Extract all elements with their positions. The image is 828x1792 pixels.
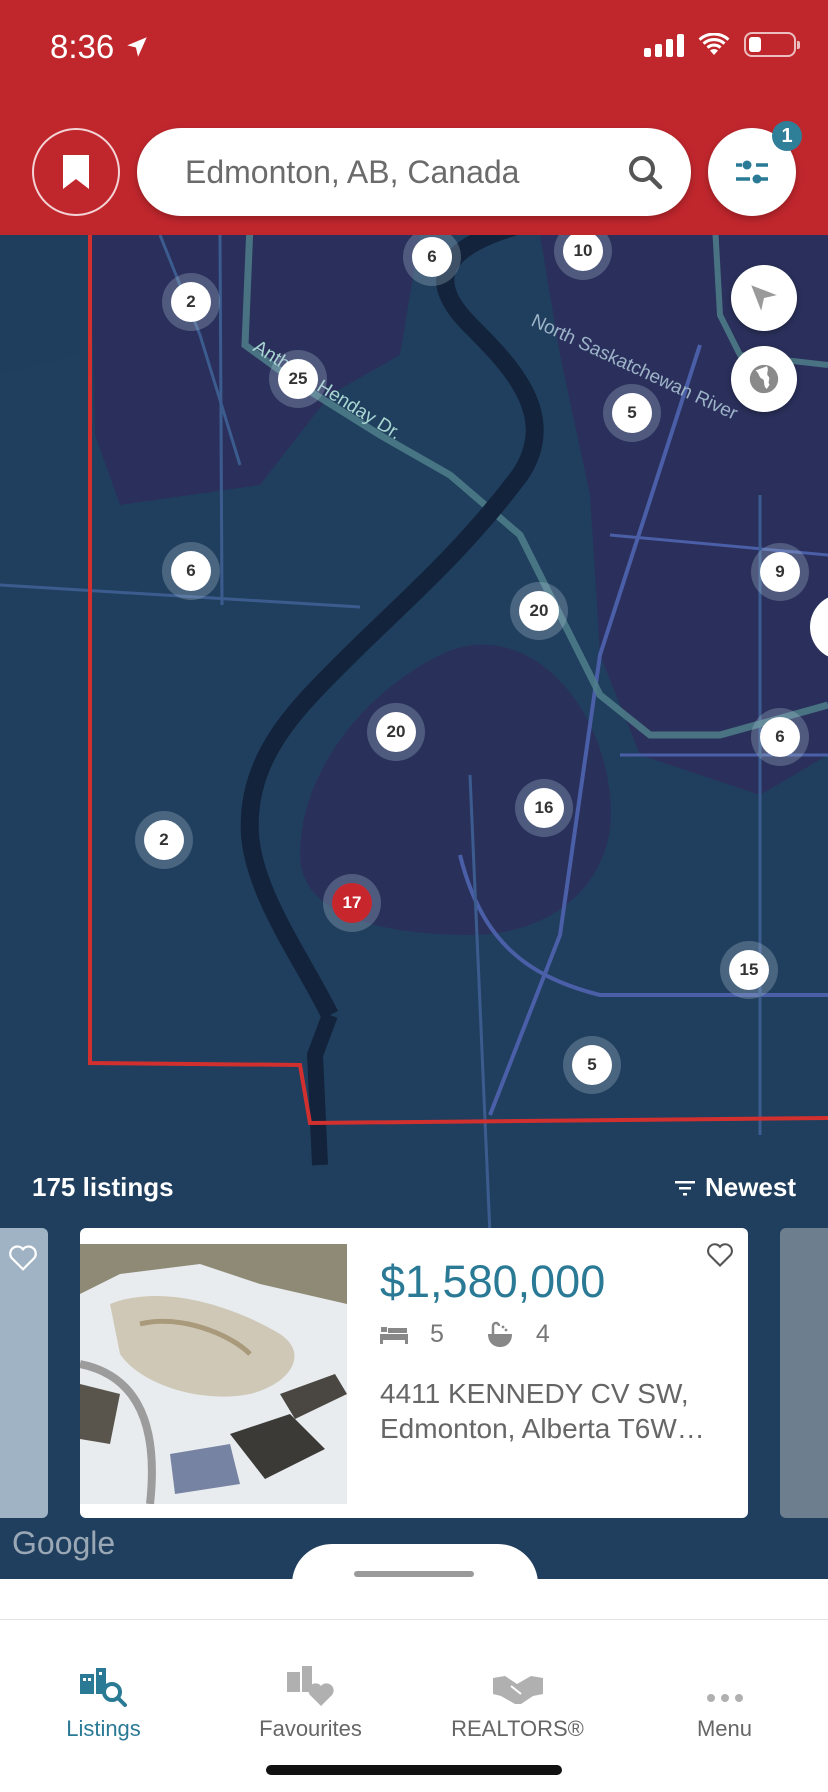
listing-card-next[interactable]	[780, 1228, 828, 1518]
filter-count-badge: 1	[772, 121, 802, 151]
navigation-arrow-icon	[751, 285, 777, 311]
map-cluster-marker[interactable]: 20	[510, 582, 568, 640]
tab-listings[interactable]: Listings	[0, 1620, 207, 1742]
map-cluster-marker[interactable]: 16	[515, 779, 573, 837]
map-cluster-marker[interactable]: 15	[720, 941, 778, 999]
map-cluster-marker[interactable]: 6	[162, 542, 220, 600]
map-cluster-marker-selected[interactable]: 17	[323, 874, 381, 932]
listing-address: 4411 KENNEDY CV SW, Edmonton, Alberta T6…	[380, 1378, 705, 1444]
listing-photo[interactable]	[80, 1244, 347, 1504]
listing-card[interactable]: $1,580,000 5 4 4411 KENNEDY CV SW, Edmon…	[80, 1228, 748, 1518]
bookmark-icon	[63, 155, 89, 189]
tab-favourites[interactable]: Favourites	[207, 1620, 414, 1742]
sort-icon	[674, 1180, 695, 1195]
map-cluster-marker[interactable]: 5	[603, 384, 661, 442]
search-icon[interactable]	[627, 154, 663, 190]
search-input[interactable]: Edmonton, AB, Canada	[185, 154, 627, 191]
status-indicators	[644, 32, 800, 57]
map-cluster-marker[interactable]: 2	[135, 811, 193, 869]
listing-count: 175 listings	[32, 1172, 174, 1202]
bottom-sheet-tab[interactable]	[292, 1544, 538, 1584]
listing-price: $1,580,000	[380, 1256, 606, 1307]
listing-features: 5 4	[380, 1320, 574, 1349]
globe-icon	[749, 364, 779, 394]
bedroom-count: 5	[430, 1320, 444, 1348]
tab-label: Menu	[696, 1716, 753, 1741]
tab-label: Favourites	[259, 1716, 362, 1741]
bed-icon	[380, 1326, 408, 1344]
sort-button[interactable]: Newest	[674, 1172, 796, 1203]
bathroom-count: 4	[535, 1320, 550, 1348]
favourite-heart-icon[interactable]	[706, 1242, 734, 1268]
map-cluster-marker[interactable]: 9	[751, 543, 809, 601]
tab-menu[interactable]: Menu	[621, 1620, 828, 1742]
handshake-icon	[492, 1676, 543, 1704]
wifi-icon	[698, 32, 730, 55]
more-dots-icon	[706, 1694, 743, 1702]
map-cluster-marker[interactable]: 20	[367, 703, 425, 761]
my-location-button[interactable]	[731, 265, 797, 331]
google-logo: Google	[12, 1525, 116, 1561]
map-cluster-marker[interactable]: 25	[269, 350, 327, 408]
sort-label: Newest	[704, 1172, 796, 1202]
favourite-heart-icon[interactable]	[8, 1244, 38, 1272]
favourites-icon	[286, 1666, 334, 1706]
bath-icon	[487, 1321, 512, 1347]
tab-label: Listings	[66, 1716, 141, 1741]
location-arrow-icon	[127, 37, 147, 57]
map-cluster-marker[interactable]: 6	[751, 708, 809, 766]
tab-realtors[interactable]: REALTORS®	[414, 1620, 621, 1742]
status-time: 8:36	[50, 28, 150, 66]
bottom-sheet-handle[interactable]	[354, 1571, 474, 1577]
header-bar: 8:36 Edmonton, AB, Canada 1	[0, 0, 828, 235]
map-cluster-marker[interactable]: 5	[563, 1036, 621, 1094]
map-cluster-marker[interactable]: 2	[162, 273, 220, 331]
sliders-icon	[736, 160, 768, 184]
listings-search-icon	[79, 1668, 127, 1707]
battery-icon	[744, 32, 800, 57]
tab-label: REALTORS®	[451, 1716, 584, 1741]
cellular-signal-icon	[644, 33, 684, 57]
saved-searches-button[interactable]	[32, 128, 120, 216]
location-search-field[interactable]: Edmonton, AB, Canada	[137, 128, 691, 216]
home-indicator	[266, 1765, 562, 1775]
listing-card-previous[interactable]	[0, 1228, 48, 1518]
map-type-button[interactable]	[731, 346, 797, 412]
